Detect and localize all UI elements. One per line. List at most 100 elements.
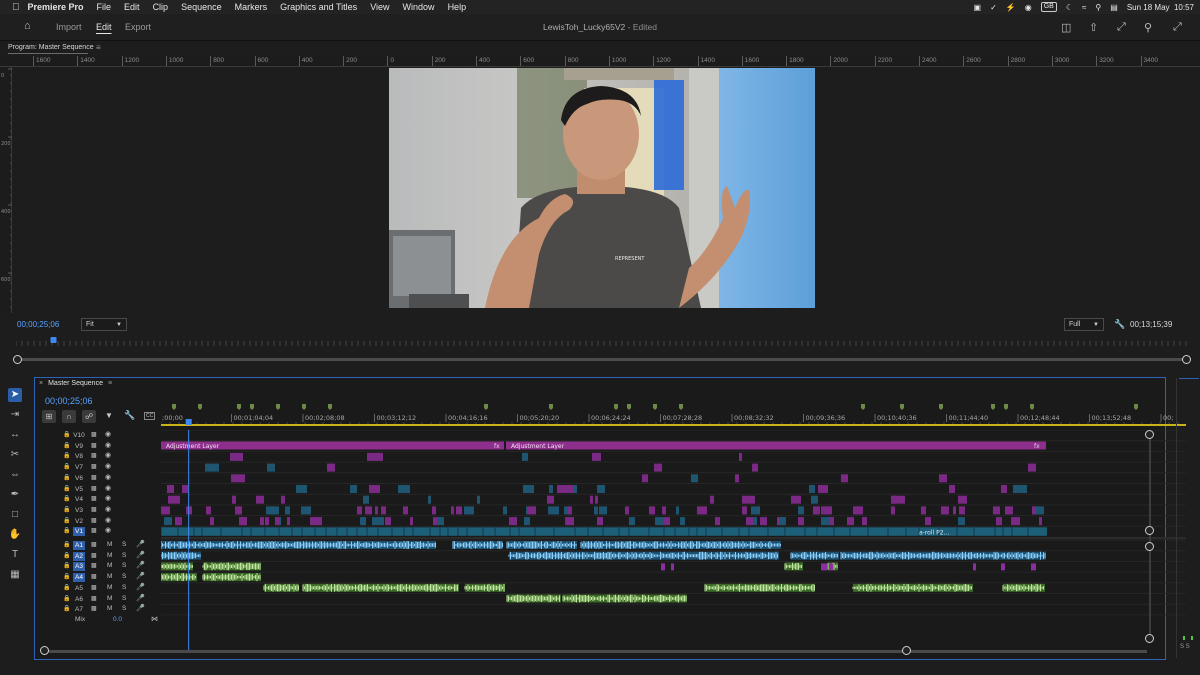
video-clip[interactable] <box>523 485 534 493</box>
add-marker-icon[interactable]: ▼ <box>105 411 113 420</box>
video-clip[interactable] <box>398 485 410 493</box>
track-label[interactable]: A4 <box>73 573 85 583</box>
rectangle-icon[interactable]: □ <box>8 508 22 522</box>
track-header-v1[interactable]: 🔒 V1 ▩ ◉ <box>35 526 161 537</box>
app-menu[interactable]: Premiere Pro <box>28 2 84 12</box>
marker-icon[interactable] <box>1004 404 1008 410</box>
video-clip[interactable] <box>568 506 571 515</box>
video-clip[interactable] <box>751 506 759 515</box>
solo-button[interactable]: S <box>122 595 126 602</box>
track-label[interactable]: V3 <box>73 506 85 515</box>
track-label[interactable]: A5 <box>73 584 85 593</box>
video-clip[interactable] <box>242 517 247 526</box>
sync-lock-icon[interactable]: ▩ <box>91 562 97 569</box>
sync-lock-icon[interactable]: ▩ <box>91 463 97 470</box>
solo-button[interactable]: S <box>122 552 126 559</box>
video-clip[interactable] <box>547 495 554 504</box>
video-clip[interactable] <box>350 485 357 493</box>
video-clip[interactable] <box>285 506 290 515</box>
solo-button[interactable]: S <box>122 605 126 612</box>
fit-screen-icon[interactable]: ⤢ <box>1173 21 1182 34</box>
bolt-icon[interactable]: ⚡ <box>1006 3 1016 12</box>
video-clip[interactable] <box>680 517 685 526</box>
video-clip[interactable] <box>739 452 742 461</box>
panel-menu-icon[interactable]: ≡ <box>108 380 112 387</box>
marker-icon[interactable] <box>1134 404 1138 410</box>
monitor-zoom-bar[interactable] <box>13 354 1191 364</box>
solo-button[interactable]: S <box>122 584 126 591</box>
video-clip[interactable] <box>275 517 279 526</box>
lock-icon[interactable]: 🔒 <box>63 485 70 492</box>
audio-clip[interactable] <box>973 563 976 571</box>
sync-lock-icon[interactable]: ▩ <box>91 495 97 502</box>
captions-icon[interactable]: CC <box>144 412 156 420</box>
track-label[interactable]: V7 <box>73 463 85 472</box>
video-clip[interactable] <box>892 495 905 504</box>
antenna-icon[interactable]: ✓ <box>990 3 997 12</box>
video-clip[interactable] <box>548 506 551 515</box>
marker-icon[interactable] <box>276 404 280 410</box>
track-label[interactable]: A6 <box>73 595 85 604</box>
playhead-icon[interactable] <box>50 337 57 343</box>
lock-icon[interactable]: 🔒 <box>63 452 70 459</box>
share-icon[interactable]: ⇧ <box>1089 21 1098 34</box>
pen-icon[interactable]: ✒ <box>8 488 22 502</box>
scroll-handle[interactable] <box>1145 542 1154 551</box>
lock-icon[interactable]: 🔒 <box>63 506 70 513</box>
mute-button[interactable]: M <box>107 595 112 602</box>
video-clip[interactable] <box>791 495 801 504</box>
marker-icon[interactable] <box>172 404 176 410</box>
video-clip[interactable] <box>260 517 264 526</box>
eye-icon[interactable]: ◉ <box>105 484 111 492</box>
fullscreen-icon[interactable]: ⤢ <box>1117 21 1126 34</box>
eye-icon[interactable]: ◉ <box>105 462 111 470</box>
video-clip[interactable] <box>230 452 243 461</box>
video-clip[interactable] <box>891 506 895 515</box>
video-clip[interactable] <box>598 517 603 526</box>
video-clip[interactable] <box>164 517 172 526</box>
video-clip[interactable] <box>958 495 967 504</box>
sync-lock-icon[interactable]: ▩ <box>91 584 97 591</box>
lock-icon[interactable]: 🔒 <box>63 573 70 580</box>
solo-button[interactable]: S <box>122 573 126 580</box>
mute-button[interactable]: M <box>107 562 112 569</box>
video-clip[interactable] <box>281 495 285 504</box>
video-clip[interactable] <box>451 506 454 515</box>
video-clip[interactable] <box>205 463 219 472</box>
timeline-zoom-bar[interactable] <box>45 650 1147 653</box>
menu-clip[interactable]: Clip <box>153 2 169 12</box>
video-clip[interactable] <box>949 485 955 493</box>
video-clip[interactable] <box>701 506 707 515</box>
lock-icon[interactable]: 🔒 <box>63 541 70 548</box>
video-clip[interactable] <box>428 495 431 504</box>
track-header-a6[interactable]: 🔒 A6 ▩ M S 🎤 <box>35 594 161 605</box>
video-clip[interactable] <box>369 485 380 493</box>
video-clip[interactable] <box>168 495 180 504</box>
marker-icon[interactable] <box>302 404 306 410</box>
timeline-tab[interactable]: × Master Sequence ≡ <box>39 380 112 387</box>
fx-badge[interactable]: fx <box>494 443 500 450</box>
video-clip[interactable] <box>847 517 854 526</box>
lock-icon[interactable]: 🔒 <box>63 552 70 559</box>
video-clip[interactable] <box>357 506 362 515</box>
video-clip[interactable] <box>522 452 528 461</box>
program-monitor-tab[interactable]: Program: Master Sequence ≡ <box>0 42 1200 54</box>
track-label[interactable]: V4 <box>73 495 85 504</box>
sync-lock-icon[interactable]: ▩ <box>91 605 97 612</box>
track-header-a2[interactable]: 🔒 A2 ▩ M S 🎤 <box>35 551 161 562</box>
video-clip[interactable] <box>809 485 815 493</box>
video-clip[interactable] <box>385 517 391 526</box>
solo-button[interactable]: S <box>122 562 126 569</box>
menu-view[interactable]: View <box>370 2 389 12</box>
caption-icon[interactable]: ▦ <box>8 568 22 582</box>
video-clip[interactable] <box>798 506 804 515</box>
menu-file[interactable]: File <box>97 2 112 12</box>
razor-icon[interactable]: ✂ <box>8 448 22 462</box>
audio-clip[interactable] <box>829 563 833 571</box>
dropbox-icon[interactable]: ▣ <box>974 3 982 12</box>
video-clip[interactable] <box>381 506 386 515</box>
video-clip[interactable] <box>830 517 834 526</box>
video-clip[interactable] <box>742 495 755 504</box>
resolution-select[interactable]: Full ▼ <box>1064 318 1104 331</box>
video-clip[interactable] <box>327 463 335 472</box>
